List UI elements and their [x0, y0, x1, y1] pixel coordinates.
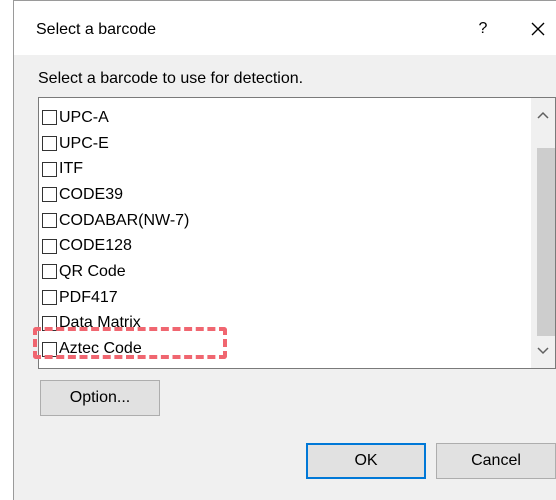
barcode-label: ITF — [59, 160, 83, 178]
barcode-label: CODE128 — [59, 237, 132, 255]
cancel-button[interactable]: Cancel — [436, 443, 556, 479]
barcode-label: CODABAR(NW-7) — [59, 211, 190, 229]
close-button[interactable] — [524, 15, 552, 43]
barcode-label: Data Matrix — [59, 314, 141, 332]
option-button[interactable]: Option... — [40, 380, 160, 416]
barcode-item-upc-a[interactable]: UPC-A — [42, 105, 189, 131]
checkbox[interactable] — [42, 110, 57, 126]
barcode-item-code39[interactable]: CODE39 — [42, 182, 189, 208]
barcode-item-pdf417[interactable]: PDF417 — [42, 285, 189, 311]
barcode-item-codabar[interactable]: CODABAR(NW-7) — [42, 208, 189, 234]
checkbox[interactable] — [42, 187, 57, 203]
scroll-down-button[interactable] — [531, 338, 555, 364]
checkbox[interactable] — [42, 315, 57, 331]
chevron-down-icon — [537, 347, 549, 355]
barcode-label: UPC-E — [59, 134, 109, 152]
scrollbar-thumb[interactable] — [537, 148, 555, 336]
checkbox[interactable] — [42, 290, 57, 306]
barcode-label: Aztec Code — [59, 340, 142, 358]
barcode-label: UPC-A — [59, 108, 109, 126]
barcode-item-itf[interactable]: ITF — [42, 156, 189, 182]
checkbox[interactable] — [42, 161, 57, 177]
barcode-item-data-matrix[interactable]: Data Matrix — [42, 311, 189, 337]
barcode-label: QR Code — [59, 262, 126, 280]
checkbox[interactable] — [42, 341, 57, 357]
vertical-scrollbar[interactable] — [531, 98, 555, 368]
barcode-item-qr-code[interactable]: QR Code — [42, 259, 189, 285]
scroll-up-button[interactable] — [531, 102, 555, 128]
checkbox[interactable] — [42, 264, 57, 280]
title-bar: Select a barcode ? — [14, 1, 556, 55]
barcode-label: PDF417 — [59, 288, 118, 306]
instruction-text: Select a barcode to use for detection. — [38, 70, 304, 87]
checkbox[interactable] — [42, 238, 57, 254]
ok-button[interactable]: OK — [306, 443, 426, 479]
barcode-label: CODE39 — [59, 185, 124, 203]
chevron-up-icon — [537, 111, 549, 119]
barcode-listbox[interactable]: UPC-A UPC-E ITF CODE39 CODABAR(NW-7) COD… — [38, 97, 556, 369]
background-region — [0, 0, 13, 500]
dialog-border-left — [13, 0, 14, 500]
barcode-list: UPC-A UPC-E ITF CODE39 CODABAR(NW-7) COD… — [42, 105, 189, 362]
dialog-title: Select a barcode — [36, 21, 157, 38]
barcode-item-upc-e[interactable]: UPC-E — [42, 131, 189, 157]
select-barcode-dialog: Select a barcode ? Select a barcode to u… — [0, 0, 556, 500]
checkbox[interactable] — [42, 213, 57, 229]
barcode-item-aztec-code[interactable]: Aztec Code — [42, 336, 189, 362]
barcode-item-code128[interactable]: CODE128 — [42, 233, 189, 259]
checkbox[interactable] — [42, 136, 57, 152]
close-icon — [531, 22, 545, 36]
help-button[interactable]: ? — [470, 15, 496, 43]
